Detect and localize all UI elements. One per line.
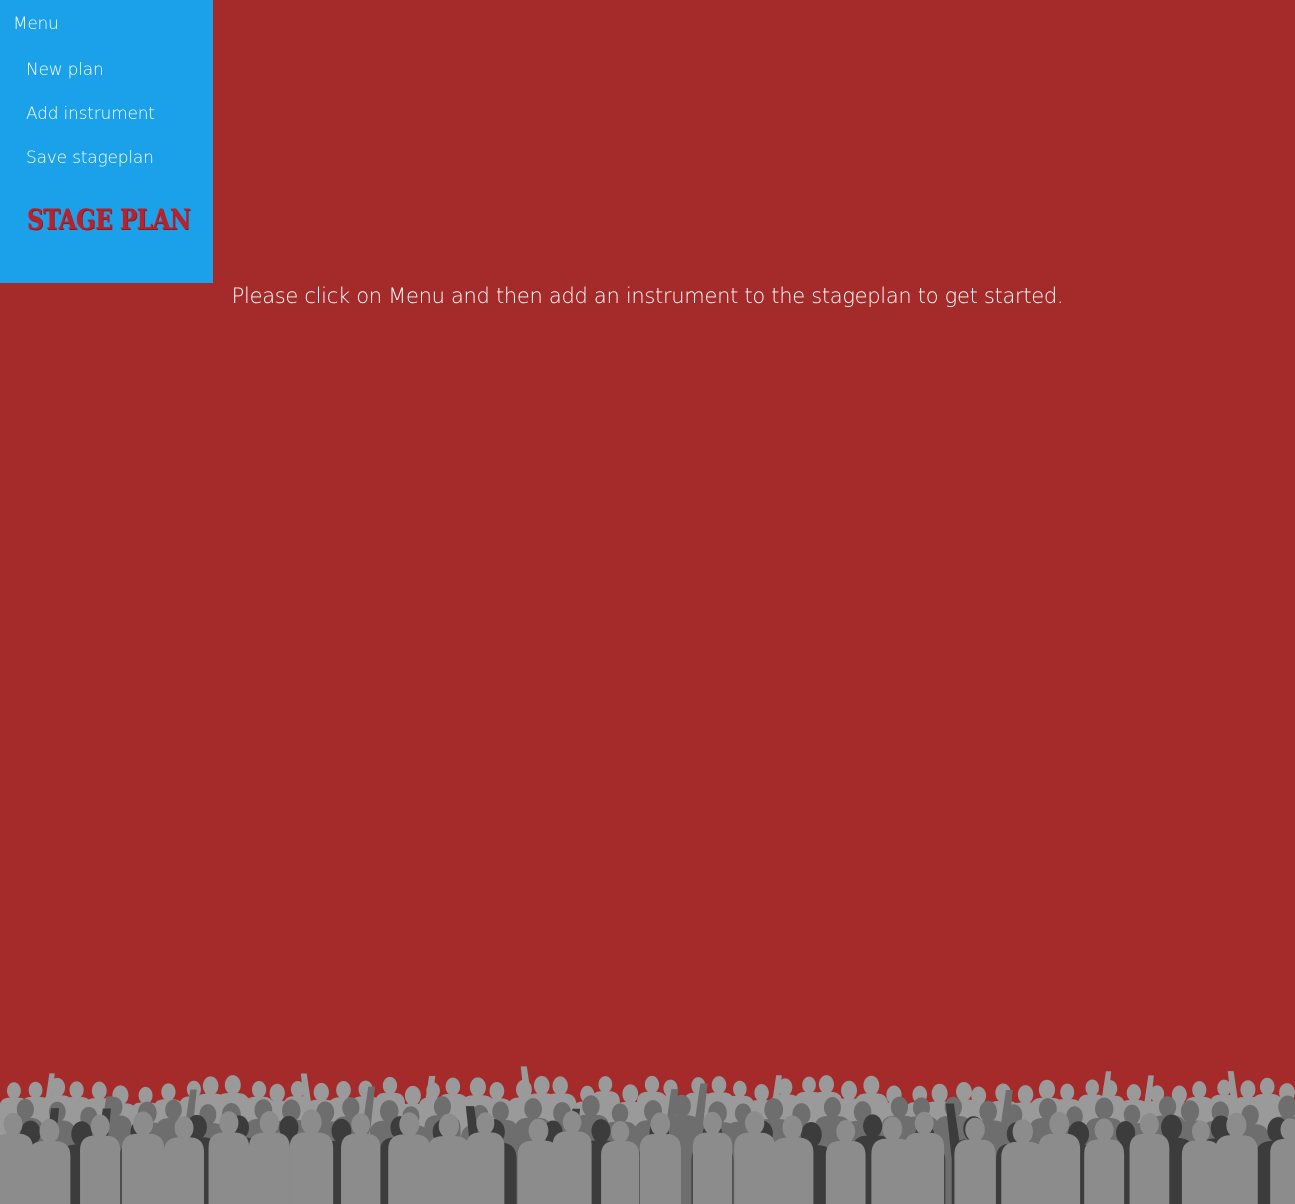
menu-toggle[interactable]: Menu: [13, 14, 59, 34]
new-plan-menu-item[interactable]: New plan: [26, 60, 104, 80]
getting-started-hint: Please click on Menu and then add an ins…: [0, 284, 1295, 308]
menu-panel: Menu New plan Add instrument Save stagep…: [0, 0, 213, 283]
stage-plan-logo: STAGE PLAN: [27, 203, 191, 236]
crowd-silhouette-image: [0, 1066, 1295, 1204]
save-stageplan-menu-item[interactable]: Save stageplan: [26, 148, 154, 168]
stage-area[interactable]: Menu New plan Add instrument Save stagep…: [0, 0, 1295, 1204]
hint-text: Please click on Menu and then add an ins…: [231, 284, 1064, 308]
add-instrument-menu-item[interactable]: Add instrument: [26, 104, 155, 124]
